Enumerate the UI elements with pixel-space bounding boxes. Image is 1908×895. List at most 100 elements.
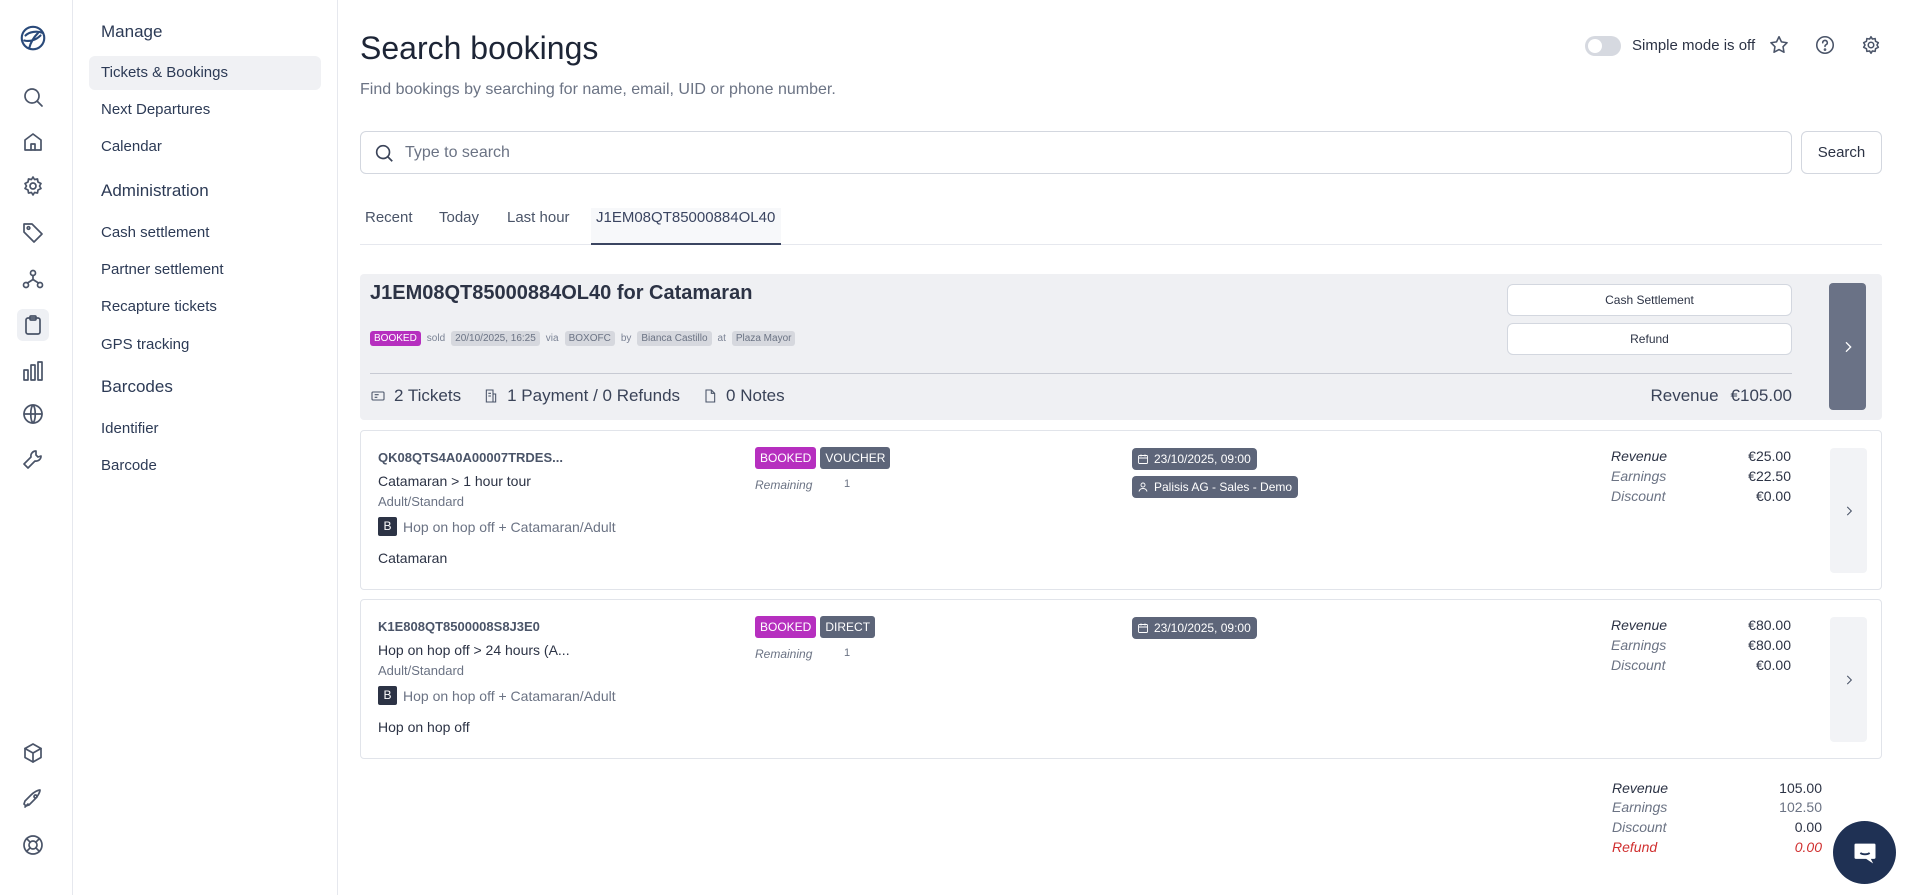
star-icon[interactable] (1766, 32, 1792, 58)
search-icon[interactable] (17, 81, 49, 113)
booking-meta: BOOKED sold 20/10/2025, 16:25 via BOXOFC… (370, 331, 796, 346)
wrench-icon[interactable] (17, 443, 49, 475)
ticket-product: B Hop on hop off + Catamaran/Adult (378, 517, 616, 536)
calendar-icon (1138, 454, 1148, 464)
booking-open-button[interactable] (1829, 283, 1866, 410)
total-refund-value: 0.00 (1794, 839, 1822, 855)
simple-mode-toggle[interactable] (1585, 36, 1621, 56)
lifebuoy-icon[interactable] (17, 829, 49, 861)
total-earnings-value: 102.50 (1779, 799, 1822, 815)
remaining-label: Remaining (755, 647, 813, 661)
network-icon[interactable] (17, 263, 49, 295)
menu-item-barcode[interactable]: Barcode (89, 449, 321, 483)
ticket-category: Catamaran (378, 550, 448, 566)
sold-label: sold (426, 333, 446, 344)
refund-button[interactable]: Refund (1507, 323, 1792, 355)
help-icon[interactable] (1812, 32, 1838, 58)
ticket-date-pill: 23/10/2025, 09:00 (1132, 617, 1257, 639)
icon-rail (0, 0, 73, 895)
ticket-name: Hop on hop off > 24 hours (A... (378, 642, 570, 658)
card-divider (370, 373, 1792, 374)
ticket-partner: Palisis AG - Sales - Demo (1154, 480, 1293, 494)
rocket-icon[interactable] (17, 783, 49, 815)
home-icon[interactable] (17, 126, 49, 158)
ticket-row: QK08QTS4A0A00007TRDES... Catamaran > 1 h… (360, 430, 1882, 590)
tag-icon[interactable] (17, 216, 49, 248)
menu-item-cash-settlement[interactable]: Cash settlement (89, 216, 321, 250)
ticket-open-button[interactable] (1830, 448, 1867, 573)
receipt-icon (485, 389, 497, 403)
remaining-value: 1 (844, 478, 851, 490)
user-icon (1138, 482, 1148, 492)
product-name: Hop on hop off + Catamaran/Adult (403, 687, 616, 704)
ticket-date-pill: 23/10/2025, 09:00 (1132, 448, 1257, 470)
chevron-right-icon (1846, 506, 1852, 515)
earnings-value: €22.50 (1748, 468, 1791, 484)
menu-item-recapture-tickets[interactable]: Recapture tickets (89, 290, 321, 324)
gear-icon[interactable] (17, 170, 49, 202)
payments-stat[interactable]: 1 Payment / 0 Refunds (483, 386, 680, 406)
booking-revenue-value: €105.00 (1730, 386, 1792, 405)
ticket-code[interactable]: QK08QTS4A0A00007TRDES... (378, 450, 563, 465)
clipboard-icon[interactable] (17, 309, 49, 341)
ticket-status-badge: BOOKED (755, 447, 817, 469)
earnings-label: Earnings (1611, 637, 1667, 653)
product-badge: B (378, 517, 397, 536)
menu-item-gps-tracking[interactable]: GPS tracking (89, 328, 321, 362)
ticket-variant: Adult/Standard (378, 663, 465, 678)
ticket-code[interactable]: K1E808QT8500008S8J3E0 (378, 619, 540, 634)
simple-mode-label: Simple mode is off (1632, 37, 1756, 54)
by-value: Bianca Castillo (637, 331, 712, 346)
logo-icon[interactable] (17, 22, 49, 54)
total-earnings-label: Earnings (1612, 799, 1668, 815)
earnings-value: €80.00 (1748, 637, 1791, 653)
ticket-badges: BOOKED DIRECT (755, 616, 876, 638)
tab-today[interactable]: Today (434, 208, 484, 245)
notes-stat[interactable]: 0 Notes (702, 386, 785, 406)
tab-recent[interactable]: Recent (360, 208, 418, 245)
tab-booking[interactable]: J1EM08QT85000884OL40 (591, 208, 781, 245)
search-icon (375, 144, 393, 162)
menu-heading-administration: Administration (101, 181, 209, 200)
menu-item-calendar[interactable]: Calendar (89, 130, 321, 164)
ticket-product: B Hop on hop off + Catamaran/Adult (378, 686, 616, 705)
ticket-category: Hop on hop off (378, 719, 470, 735)
tickets-stat-label: 2 Tickets (394, 386, 462, 405)
menu-item-next-departures[interactable]: Next Departures (89, 93, 321, 127)
ticket-partner-pill: Palisis AG - Sales - Demo (1132, 476, 1299, 498)
tab-last-hour[interactable]: Last hour (502, 208, 575, 245)
tickets-stat[interactable]: 2 Tickets (370, 386, 461, 406)
booking-card: J1EM08QT85000884OL40 for Catamaran BOOKE… (360, 274, 1882, 420)
menu-item-tickets-bookings[interactable]: Tickets & Bookings (89, 56, 321, 90)
menu-item-partner-settlement[interactable]: Partner settlement (89, 253, 321, 287)
discount-label: Discount (1611, 657, 1666, 673)
ticket-date: 23/10/2025, 09:00 (1154, 452, 1251, 466)
ticket-open-button[interactable] (1830, 617, 1867, 742)
chat-button[interactable] (1833, 821, 1896, 884)
chat-icon (1854, 843, 1875, 863)
discount-value: €0.00 (1755, 488, 1791, 504)
settings-gear-icon[interactable] (1858, 32, 1884, 58)
booking-revenue-label: Revenue (1650, 386, 1719, 405)
notes-stat-label: 0 Notes (726, 386, 785, 405)
search-box (360, 131, 1792, 174)
product-badge: B (378, 686, 397, 705)
booking-stats: 2 Tickets 1 Payment / 0 Refunds 0 Notes (370, 386, 785, 406)
earnings-label: Earnings (1611, 468, 1667, 484)
at-label: at (717, 333, 726, 344)
revenue-value: €25.00 (1748, 448, 1791, 464)
cash-settlement-button[interactable]: Cash Settlement (1507, 284, 1792, 316)
ticket-icon (371, 391, 385, 401)
payments-stat-label: 1 Payment / 0 Refunds (507, 386, 681, 405)
cube-icon[interactable] (17, 737, 49, 769)
search-button[interactable]: Search (1801, 131, 1882, 174)
globe-icon[interactable] (17, 398, 49, 430)
page-title: Search bookings (360, 30, 599, 66)
sold-date: 20/10/2025, 16:25 (451, 331, 540, 346)
at-value: Plaza Mayor (731, 331, 796, 346)
bar-chart-icon[interactable] (17, 355, 49, 387)
page-subtitle: Find bookings by searching for name, ema… (360, 81, 836, 98)
file-icon (705, 389, 716, 403)
search-input[interactable] (405, 132, 1775, 173)
menu-item-identifier[interactable]: Identifier (89, 412, 321, 446)
